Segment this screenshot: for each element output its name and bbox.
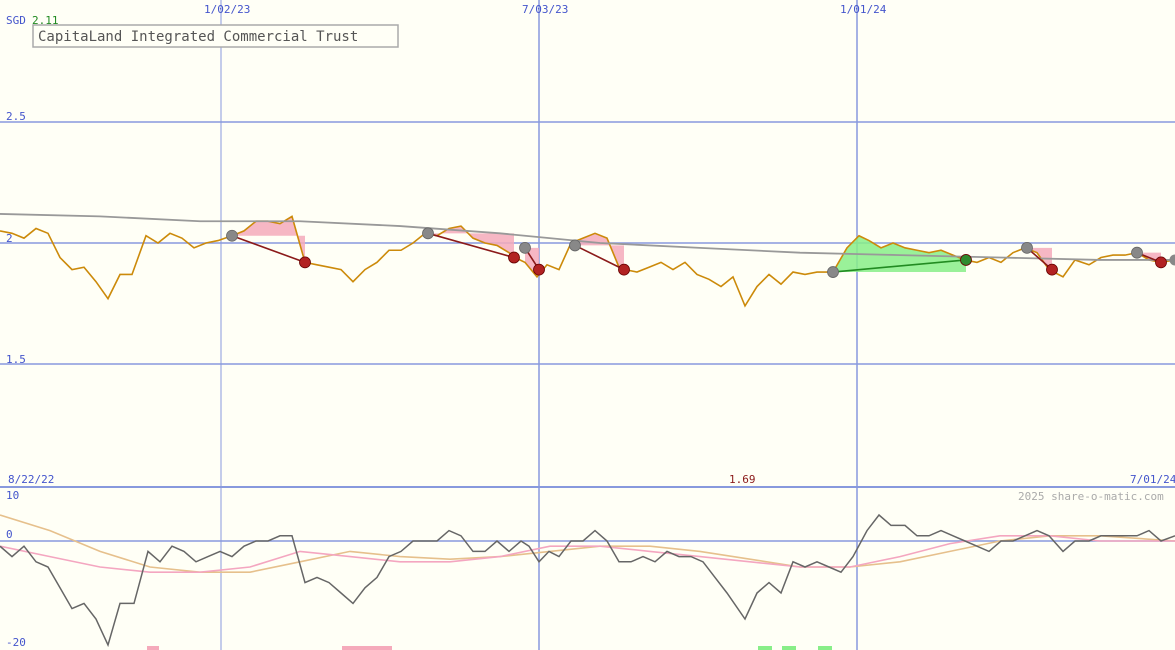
low-price-label: 1.69 xyxy=(729,473,756,486)
entry-dot xyxy=(422,227,434,240)
exit-dot xyxy=(533,263,545,276)
bottom-marker xyxy=(147,646,159,650)
exit-dot xyxy=(299,256,311,269)
bottom-marker xyxy=(342,646,392,650)
entry-dot xyxy=(1021,241,1033,254)
watermark: 2025 share-o-matic.com xyxy=(1018,490,1164,503)
entry-dot xyxy=(1131,246,1143,259)
exit-dot xyxy=(618,263,630,276)
exit-dot xyxy=(960,254,972,266)
exit-dot xyxy=(508,251,520,264)
lower-y-tick-label: 10 xyxy=(6,489,19,502)
exit-dot xyxy=(1046,263,1058,276)
bottom-markers xyxy=(147,646,832,650)
lower-y-tick-label: 0 xyxy=(6,528,13,541)
x-tick-label: 7/03/23 xyxy=(522,3,568,16)
entry-dot xyxy=(569,239,581,252)
y-tick-label: 2.5 xyxy=(6,110,26,123)
stock-chart: SGD 2.11 CapitaLand Integrated Commercia… xyxy=(0,0,1175,650)
range-end-label: 7/01/24 xyxy=(1130,473,1175,486)
y-tick-label: 1.5 xyxy=(6,353,26,366)
upper-series xyxy=(0,213,1175,308)
lower-y-tick-label: -20 xyxy=(6,636,26,649)
entry-dot xyxy=(226,229,238,242)
upper-gridlines xyxy=(0,0,1175,650)
oscillator-line xyxy=(0,513,1175,648)
price-line xyxy=(0,215,1175,308)
entry-dot xyxy=(1169,254,1175,266)
lower-series xyxy=(0,513,1175,648)
bottom-marker xyxy=(758,646,772,650)
x-tick-label: 1/02/23 xyxy=(204,3,250,16)
currency-label: SGD xyxy=(6,14,26,27)
entry-dot xyxy=(827,266,839,278)
bottom-marker xyxy=(782,646,796,650)
entry-dot xyxy=(519,241,531,254)
x-tick-label: 1/01/24 xyxy=(840,3,887,16)
exit-dot xyxy=(1155,256,1167,269)
range-start-label: 8/22/22 xyxy=(8,473,54,486)
bottom-marker xyxy=(818,646,832,650)
y-tick-label: 2 xyxy=(6,232,13,245)
chart-title: CapitaLand Integrated Commercial Trust xyxy=(38,29,358,45)
trade-line xyxy=(231,234,306,264)
